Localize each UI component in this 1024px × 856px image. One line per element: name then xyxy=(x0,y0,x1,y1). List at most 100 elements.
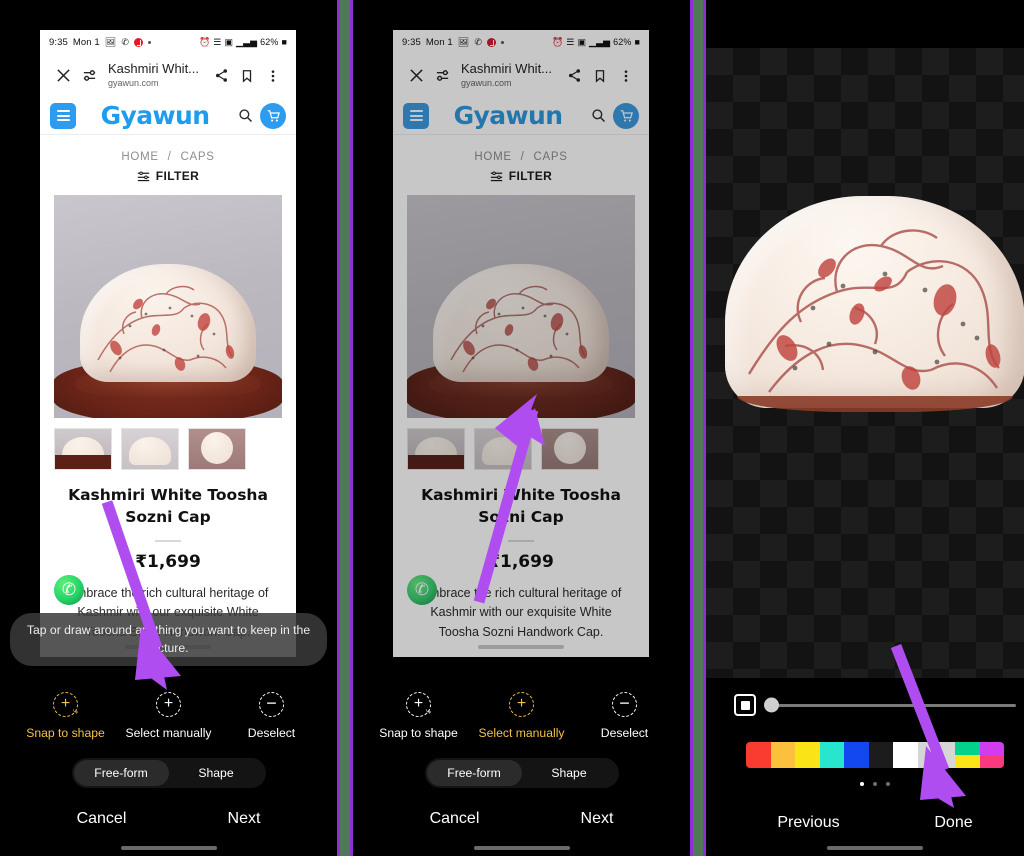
segment-free-form[interactable]: Free-form xyxy=(426,760,522,786)
bookmark-icon[interactable] xyxy=(587,63,613,89)
home-indicator xyxy=(473,846,570,850)
filter-button[interactable]: FILTER xyxy=(393,169,649,195)
tool-deselect[interactable]: − Deselect xyxy=(222,692,322,740)
panel-before-selection: 9:35 Mon 1 🖼 ✆ ⏰ ☰ ▣ ▁▃▅ 62% ■ Kashmiri … xyxy=(0,0,337,856)
page-dot-1[interactable] xyxy=(860,782,864,786)
page-dot-3[interactable] xyxy=(886,782,890,786)
select-manually-icon: + xyxy=(509,692,534,717)
tool-label: Snap to shape xyxy=(26,726,105,740)
more-options-icon[interactable] xyxy=(613,63,639,89)
cancel-button[interactable]: Cancel xyxy=(430,810,480,828)
segment-shape[interactable]: Shape xyxy=(169,760,264,786)
breadcrumb: HOME / CAPS xyxy=(40,135,296,169)
tune-icon[interactable] xyxy=(76,63,102,89)
tool-snap-to-shape[interactable]: + ⤷ Snap to shape xyxy=(16,692,116,740)
swatch-green-yellow[interactable] xyxy=(955,742,980,768)
product-title: Kashmiri White Toosha Sozni Cap xyxy=(68,486,268,526)
share-icon[interactable] xyxy=(561,63,587,89)
tool-deselect[interactable]: − Deselect xyxy=(575,692,675,740)
transparent-canvas[interactable] xyxy=(706,48,1024,678)
tune-icon[interactable] xyxy=(429,63,455,89)
previous-button[interactable]: Previous xyxy=(777,814,839,832)
swatch-amber[interactable] xyxy=(770,742,795,768)
segment-shape[interactable]: Shape xyxy=(522,760,617,786)
panel-separator-2 xyxy=(690,0,706,856)
signal-icon: ▁▃▅ xyxy=(236,36,258,47)
swatch-black[interactable] xyxy=(868,742,893,768)
browser-page-title: Kashmiri Whit... xyxy=(461,61,553,76)
tool-select-manually[interactable]: + Select manually xyxy=(472,692,572,740)
cart-icon[interactable] xyxy=(260,102,286,129)
gallery-icon: 🖼 xyxy=(104,36,117,47)
page-dot-2[interactable] xyxy=(873,782,877,786)
thumbnail-2[interactable] xyxy=(474,428,532,470)
slider-knob[interactable] xyxy=(764,697,779,713)
thumbnail-1[interactable] xyxy=(407,428,465,470)
shape-mode-segmented-control-1: Free-form Shape xyxy=(71,758,266,788)
more-options-icon[interactable] xyxy=(260,63,286,89)
menu-icon[interactable] xyxy=(50,102,76,129)
product-image[interactable] xyxy=(54,195,282,418)
status-time: 9:35 xyxy=(49,36,68,48)
tool-snap-to-shape[interactable]: + ⤷ Snap to shape xyxy=(369,692,469,740)
whatsapp-icon[interactable]: ✆ xyxy=(407,575,437,605)
share-icon[interactable] xyxy=(208,63,234,89)
done-button[interactable]: Done xyxy=(934,814,972,832)
filter-button[interactable]: FILTER xyxy=(40,169,296,195)
product-image[interactable] xyxy=(407,195,635,418)
battery-icon: ■ xyxy=(634,36,640,47)
search-icon[interactable] xyxy=(234,108,256,123)
product-title: Kashmiri White Toosha Sozni Cap xyxy=(421,486,621,526)
menu-icon[interactable] xyxy=(403,102,429,129)
thumbnail-3[interactable] xyxy=(541,428,599,470)
cart-icon[interactable] xyxy=(613,102,639,129)
swatch-turquoise[interactable] xyxy=(819,742,844,768)
action-row-3: Previous Done xyxy=(706,814,1024,832)
tool-select-manually[interactable]: + Select manually xyxy=(119,692,219,740)
browser-page-title: Kashmiri Whit... xyxy=(108,61,200,76)
tool-label: Select manually xyxy=(478,726,565,740)
tool-label: Select manually xyxy=(125,726,212,740)
whatsapp-icon[interactable]: ✆ xyxy=(54,575,84,605)
breadcrumb-home[interactable]: HOME xyxy=(474,151,511,163)
selection-hint-toast: Tap or draw around anything you want to … xyxy=(10,613,327,667)
nfc-icon: ▣ xyxy=(577,36,587,47)
eyedropper-icon[interactable] xyxy=(917,742,955,768)
swatch-yellow[interactable] xyxy=(795,742,820,768)
close-icon[interactable] xyxy=(50,63,76,89)
whatsapp-status-icon: ✆ xyxy=(121,36,129,47)
action-row-2: Cancel Next xyxy=(353,788,690,828)
sticker-outline-icon[interactable] xyxy=(734,694,756,716)
thumbnail-2[interactable] xyxy=(121,428,179,470)
status-bar-1: 9:35 Mon 1 🖼 ✆ ⏰ ☰ ▣ ▁▃▅ 62% ■ xyxy=(40,30,296,54)
breadcrumb-current[interactable]: CAPS xyxy=(533,151,567,163)
select-manually-icon: + xyxy=(156,692,181,717)
panel-sticker-result: Previous Done xyxy=(706,0,1024,856)
cancel-button[interactable]: Cancel xyxy=(77,810,127,828)
more-notifications-icon xyxy=(147,40,151,44)
swatch-red[interactable] xyxy=(746,742,771,768)
swatch-magenta-pink[interactable] xyxy=(979,742,1004,768)
next-button[interactable]: Next xyxy=(228,810,261,828)
breadcrumb-current[interactable]: CAPS xyxy=(180,151,214,163)
tool-row-1: + ⤷ Snap to shape + Select manually − Des… xyxy=(0,682,337,742)
segment-free-form[interactable]: Free-form xyxy=(73,760,169,786)
next-button[interactable]: Next xyxy=(581,810,614,828)
home-indicator xyxy=(120,846,217,850)
search-icon[interactable] xyxy=(587,108,609,123)
swatch-white[interactable] xyxy=(893,742,918,768)
notification-badge-icon xyxy=(486,37,496,47)
browser-url: gyawun.com xyxy=(108,77,159,88)
filter-label: FILTER xyxy=(155,169,200,183)
swatch-blue[interactable] xyxy=(844,742,869,768)
snap-to-shape-icon: + ⤷ xyxy=(406,692,431,717)
outline-size-slider[interactable] xyxy=(764,697,1016,713)
breadcrumb-home[interactable]: HOME xyxy=(121,151,158,163)
thumbnail-3[interactable] xyxy=(188,428,246,470)
bookmark-icon[interactable] xyxy=(234,63,260,89)
sozni-embroidery xyxy=(97,285,235,373)
close-icon[interactable] xyxy=(403,63,429,89)
thumbnail-1[interactable] xyxy=(54,428,112,470)
browser-toolbar-2: Kashmiri Whit... gyawun.com xyxy=(393,54,649,97)
scroll-indicator xyxy=(478,645,564,649)
